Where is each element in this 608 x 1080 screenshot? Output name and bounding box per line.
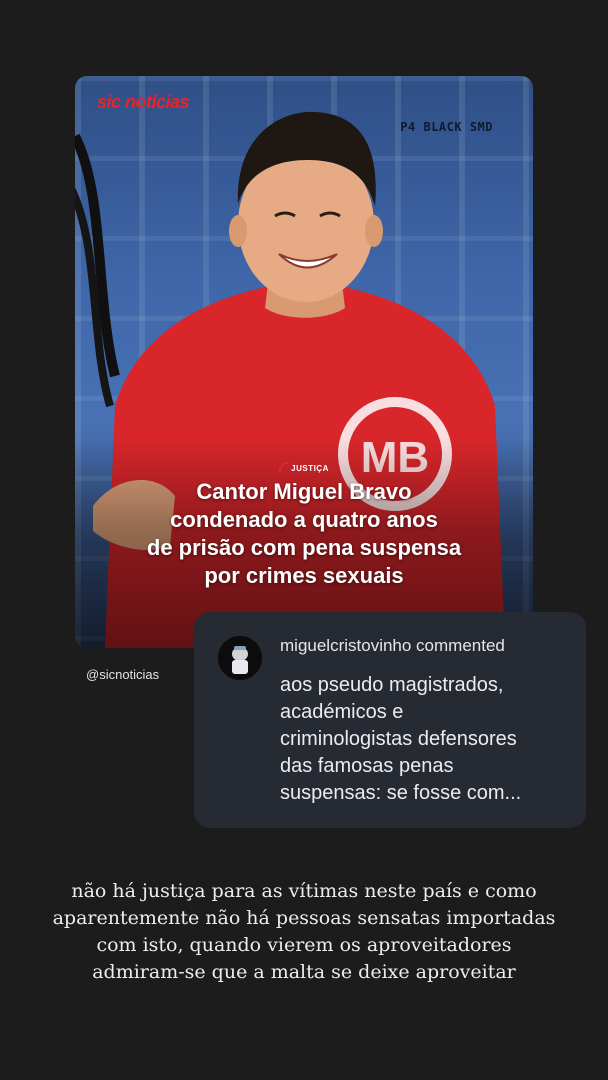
story-caption: não há justiça para as vítimas neste paí… [24,878,584,986]
category-label: JUSTIÇA [75,462,533,473]
caption-line: não há justiça para as vítimas neste paí… [71,880,537,902]
comment-line: suspensas: se fosse com... [280,782,522,804]
commenter-avatar[interactable] [218,636,262,680]
caption-line: admiram-se que a malta se deixe aproveit… [92,961,516,983]
comment-text: aos pseudo magistrados, académicos e cri… [280,672,570,807]
category-text: JUSTIÇA [291,464,329,473]
category-mark-icon [279,462,290,472]
caption-line: com isto, quando vierem os aproveitadore… [96,934,512,956]
comment-line: aos pseudo magistrados, [280,674,504,696]
post-headline: Cantor Miguel Bravo condenado a quatro a… [85,478,523,590]
avatar-person-icon [218,636,262,680]
post-author-handle[interactable]: @sicnoticias [86,667,159,682]
headline-line: de prisão com pena suspensa [146,535,462,560]
comment-line: criminologistas defensores [280,728,517,750]
comment-line: das famosas penas [280,755,454,777]
comment-sticker[interactable]: miguelcristovinho commented aos pseudo m… [194,612,586,828]
comment-line: académicos e [280,701,404,723]
sic-noticias-logo: sic notícias [97,92,190,112]
shared-post-card[interactable]: P4 BLACK SMD MB sic notícias JUSTIÇA Can… [75,76,533,648]
caption-line: aparentemente não há pessoas sensatas im… [52,907,556,929]
comment-username: miguelcristovinho commented [280,636,505,655]
headline-line: por crimes sexuais [204,563,404,588]
headline-line: condenado a quatro anos [170,507,438,532]
headline-line: Cantor Miguel Bravo [196,479,412,504]
